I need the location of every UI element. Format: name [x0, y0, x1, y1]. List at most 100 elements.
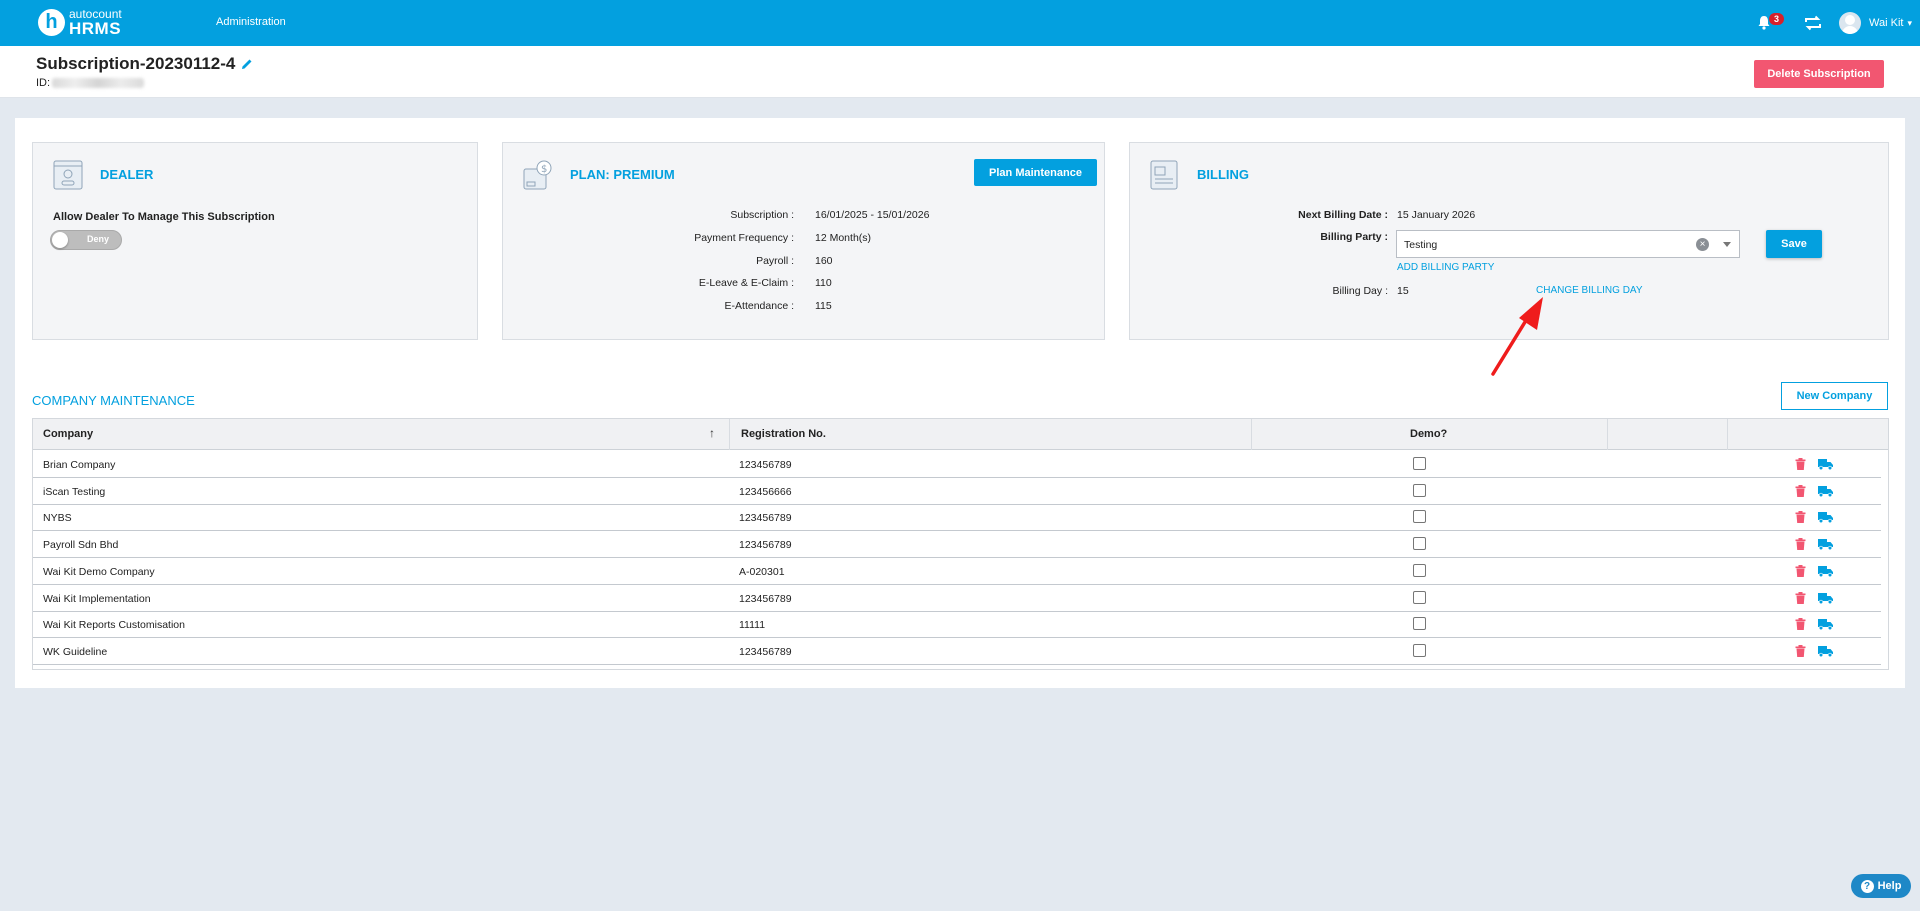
demo-checkbox[interactable]	[1413, 564, 1426, 577]
user-name[interactable]: Wai Kit	[1869, 17, 1903, 29]
billing-party-label: Billing Party :	[1320, 231, 1388, 243]
company-name-cell: iScan Testing	[43, 486, 106, 498]
plan-payroll-label: Payroll :	[756, 255, 794, 267]
column-divider	[729, 419, 730, 450]
company-name-cell: Wai Kit Implementation	[43, 593, 151, 605]
help-label: Help	[1877, 880, 1902, 892]
dropdown-caret-icon[interactable]	[1723, 242, 1731, 247]
help-button[interactable]: ? Help	[1851, 874, 1911, 898]
plan-money-icon: $	[523, 160, 552, 190]
notification-badge: 3	[1769, 13, 1785, 25]
sort-ascending-icon[interactable]: ↑	[709, 426, 715, 440]
user-avatar[interactable]	[1839, 12, 1862, 34]
truck-icon[interactable]	[1818, 458, 1833, 470]
delete-trash-icon[interactable]	[1795, 485, 1806, 497]
truck-icon[interactable]	[1818, 618, 1833, 630]
top-navbar: h autocount HRMS Administration 3 Wai Ki…	[0, 0, 1920, 46]
table-row[interactable]: Wai Kit Implementation 123456789	[33, 585, 1890, 612]
new-company-button[interactable]: New Company	[1781, 382, 1888, 410]
demo-checkbox[interactable]	[1413, 457, 1426, 470]
truck-icon[interactable]	[1818, 592, 1833, 604]
demo-checkbox[interactable]	[1413, 484, 1426, 497]
table-row[interactable]: NYBS 123456789	[33, 504, 1890, 531]
subscription-id: ID:	[36, 77, 145, 89]
company-name-cell: Payroll Sdn Bhd	[43, 539, 119, 551]
column-demo[interactable]: Demo?	[1410, 428, 1447, 440]
logo-product-text: HRMS	[69, 19, 122, 38]
company-name-cell: Brian Company	[43, 459, 116, 471]
truck-icon[interactable]	[1818, 511, 1833, 523]
save-button[interactable]: Save	[1766, 230, 1822, 258]
column-divider	[1727, 419, 1728, 450]
id-label: ID:	[36, 77, 51, 89]
billing-title: BILLING	[1197, 167, 1249, 182]
delete-trash-icon[interactable]	[1795, 458, 1806, 470]
delete-trash-icon[interactable]	[1795, 538, 1806, 550]
column-divider	[1251, 419, 1252, 450]
truck-icon[interactable]	[1818, 538, 1833, 550]
plan-frequency-value: 12 Month(s)	[815, 232, 872, 244]
next-billing-value: 15 January 2026	[1397, 209, 1476, 221]
registration-cell: 123456789	[739, 646, 792, 658]
switch-icon[interactable]	[1803, 14, 1823, 32]
table-row[interactable]: WK Guideline 123456789	[33, 638, 1890, 665]
dealer-icon	[53, 160, 83, 190]
delete-subscription-button[interactable]: Delete Subscription	[1754, 60, 1884, 88]
allow-dealer-toggle[interactable]: Deny	[50, 230, 122, 250]
app-logo[interactable]: h autocount HRMS	[38, 8, 122, 37]
delete-trash-icon[interactable]	[1795, 511, 1806, 523]
chevron-down-icon[interactable]: ▾	[1907, 18, 1912, 29]
row-divider	[33, 664, 1881, 665]
delete-trash-icon[interactable]	[1795, 618, 1806, 630]
plan-maintenance-button[interactable]: Plan Maintenance	[974, 159, 1097, 186]
page-title: Subscription-20230112-4	[36, 54, 236, 73]
delete-trash-icon[interactable]	[1795, 592, 1806, 604]
table-row[interactable]: iScan Testing 123456666	[33, 478, 1890, 505]
demo-checkbox[interactable]	[1413, 591, 1426, 604]
plan-frequency-label: Payment Frequency :	[694, 232, 794, 244]
table-row[interactable]: Brian Company 123456789	[33, 451, 1890, 478]
column-registration[interactable]: Registration No.	[741, 428, 826, 440]
truck-icon[interactable]	[1818, 485, 1833, 497]
toggle-knob	[52, 232, 68, 248]
demo-checkbox[interactable]	[1413, 510, 1426, 523]
add-billing-party-link[interactable]: ADD BILLING PARTY	[1397, 262, 1494, 273]
nav-administration[interactable]: Administration	[216, 16, 286, 28]
billing-party-value: Testing	[1404, 239, 1438, 251]
billing-day-value: 15	[1397, 285, 1409, 297]
table-row[interactable]: Payroll Sdn Bhd 123456789	[33, 531, 1890, 558]
company-name-cell: Wai Kit Demo Company	[43, 566, 155, 578]
column-company[interactable]: Company	[43, 428, 93, 440]
company-name-cell: WK Guideline	[43, 646, 108, 658]
edit-pencil-icon[interactable]	[241, 58, 253, 70]
truck-icon[interactable]	[1818, 565, 1833, 577]
registration-cell: 123456666	[739, 486, 792, 498]
delete-trash-icon[interactable]	[1795, 645, 1806, 657]
page-title-wrap: Subscription-20230112-4	[36, 54, 253, 74]
svg-text:$: $	[541, 164, 547, 175]
company-name-cell: Wai Kit Reports Customisation	[43, 619, 185, 631]
id-value-redacted	[52, 78, 145, 88]
dealer-title: DEALER	[100, 167, 154, 182]
annotation-arrow	[1491, 297, 1543, 376]
company-name-cell: NYBS	[43, 512, 72, 524]
plan-eattendance-value: 115	[815, 300, 832, 312]
demo-checkbox[interactable]	[1413, 617, 1426, 630]
plan-subscription-value: 16/01/2025 - 15/01/2026	[815, 209, 930, 221]
billing-document-icon	[1150, 160, 1178, 190]
dealer-card: DEALER Allow Dealer To Manage This Subsc…	[32, 142, 478, 340]
registration-cell: 123456789	[739, 539, 792, 551]
column-divider	[1607, 419, 1608, 450]
table-row[interactable]: Wai Kit Reports Customisation 11111	[33, 611, 1890, 638]
billing-party-select[interactable]: Testing ×	[1396, 230, 1740, 258]
table-header: Company ↑ Registration No. Demo?	[33, 419, 1888, 450]
clear-icon[interactable]: ×	[1696, 238, 1709, 251]
table-row[interactable]: Wai Kit Demo Company A-020301	[33, 558, 1890, 585]
notification-bell-icon[interactable]: 3	[1757, 13, 1785, 31]
truck-icon[interactable]	[1818, 645, 1833, 657]
demo-checkbox[interactable]	[1413, 644, 1426, 657]
plan-subscription-label: Subscription :	[730, 209, 794, 221]
plan-eattendance-label: E-Attendance :	[724, 300, 794, 312]
delete-trash-icon[interactable]	[1795, 565, 1806, 577]
demo-checkbox[interactable]	[1413, 537, 1426, 550]
